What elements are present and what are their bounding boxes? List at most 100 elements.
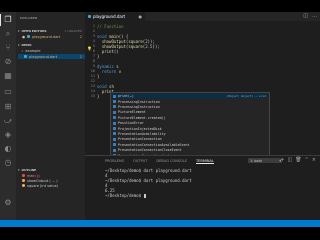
line-number: 1 bbox=[92, 24, 95, 28]
active-view-indicator bbox=[0, 14, 1, 26]
suggestion-item[interactable]: PositionError bbox=[111, 121, 269, 125]
tree-item-label: playground.dart bbox=[29, 54, 58, 59]
class-icon bbox=[113, 110, 116, 114]
files-icon[interactable]: ❐ bbox=[3, 15, 13, 25]
code-line: } bbox=[97, 94, 99, 99]
suggestion-item[interactable]: ProcessingInstruction bbox=[111, 99, 269, 104]
suggestion-item[interactable]: PictureElement bbox=[111, 110, 269, 114]
tab-output[interactable]: OUTPUT bbox=[133, 159, 147, 164]
chevron-down-icon: ▾ bbox=[18, 42, 20, 47]
split-terminal-icon[interactable]: ◫ bbox=[288, 157, 293, 163]
tab-debug-console[interactable]: DEBUG CONSOLE bbox=[156, 159, 187, 164]
open-editor-item[interactable]: ● playground.dart 2 bbox=[22, 34, 85, 39]
explorer-sidebar: EXPLORER ▾ OPEN EDITORS 1 UNSAVED ● play… bbox=[16, 12, 85, 227]
source-control-icon[interactable]: ⑂ bbox=[3, 43, 13, 53]
suggestion-label: PresentationConnection bbox=[118, 137, 162, 142]
class-icon bbox=[113, 127, 116, 131]
open-editors-header[interactable]: ▾ OPEN EDITORS 1 UNSAVED bbox=[18, 28, 85, 33]
outline-header[interactable]: ▾ OUTLINE bbox=[18, 167, 85, 172]
trash-icon[interactable]: 🗑 bbox=[295, 157, 301, 163]
unsaved-dot-icon: ● bbox=[22, 34, 26, 39]
code-token: // Function bbox=[97, 23, 124, 29]
error-icon bbox=[22, 174, 25, 177]
dart-file-icon bbox=[88, 15, 91, 18]
code-token: } bbox=[97, 53, 100, 59]
suggestion-label: print(…) bbox=[118, 94, 134, 99]
terminal-line: ~/Desktop/demo$ bbox=[105, 193, 146, 198]
suggestion-item[interactable]: PresentationConnectionAvailableEvent bbox=[111, 143, 269, 147]
more-actions-icon[interactable]: … bbox=[312, 13, 317, 19]
line-number: 9 bbox=[92, 64, 95, 68]
open-editor-filename: playground.dart bbox=[32, 34, 61, 39]
class-icon bbox=[113, 100, 116, 104]
function-icon bbox=[22, 179, 25, 182]
tree-item-example[interactable]: › example bbox=[22, 48, 85, 53]
close-icon[interactable]: × bbox=[312, 157, 316, 163]
terminal-cursor bbox=[143, 194, 146, 198]
chevron-up-icon[interactable]: ⌃ bbox=[305, 157, 309, 163]
outline-label: OUTLINE bbox=[21, 167, 37, 172]
containers-icon[interactable]: ⊞ bbox=[3, 102, 13, 112]
testing-icon[interactable]: ◐ bbox=[3, 144, 13, 154]
suggestion-item[interactable]: PresentationConnection bbox=[111, 137, 269, 141]
terminal-text: ~/Desktop/demo$ dart playground.dart bbox=[105, 178, 192, 183]
terminal-text: ~/Desktop/demo$ dart playground.dart bbox=[105, 168, 192, 173]
code-token: )); bbox=[152, 43, 160, 49]
tab-playground[interactable]: playground.dart ● bbox=[85, 12, 145, 21]
suggestion-item[interactable]: ProjectionInjectedDisk bbox=[111, 126, 269, 131]
suggestion-item[interactable]: ProcessingInstruction bbox=[111, 105, 269, 109]
timeline-icon[interactable]: ◷ bbox=[3, 158, 13, 168]
class-icon bbox=[113, 121, 116, 125]
class-icon bbox=[113, 148, 116, 152]
suggestion-item[interactable]: PresentationConnectionCloseEvent bbox=[111, 148, 269, 152]
suggestion-label: PresentationConnectionCloseEvent bbox=[118, 148, 182, 153]
tab-problems[interactable]: PROBLEMS bbox=[105, 159, 124, 164]
dart-file-icon bbox=[27, 35, 31, 38]
suggestion-item[interactable]: PictureElement.created() bbox=[111, 116, 269, 120]
lightbulb-icon[interactable]: 💡 bbox=[87, 46, 92, 51]
add-terminal-icon[interactable]: + bbox=[280, 157, 284, 163]
terminal-select[interactable]: 1: bash ▾ bbox=[248, 158, 282, 163]
outline-item[interactable]: square (int value) bbox=[22, 183, 58, 188]
code-token: v bbox=[116, 68, 122, 74]
line-number: 5 bbox=[92, 44, 95, 48]
tree-item-playground[interactable]: playground.dart 2 bbox=[18, 54, 85, 59]
line-number: 8 bbox=[92, 59, 95, 63]
folder-header[interactable]: ▾ DEMO bbox=[18, 42, 85, 47]
panel-actions: + ◫ 🗑 ⌃ × bbox=[280, 157, 316, 163]
live-share-icon[interactable]: ⤻ bbox=[3, 116, 13, 126]
chevron-down-icon: ▾ bbox=[18, 167, 20, 172]
suggestion-label: PresentationConnectionAvailableEvent bbox=[118, 142, 190, 147]
tab-label: playground.dart bbox=[93, 14, 126, 19]
autocomplete-suggestions[interactable]: print(…) (Object object) → void Processing… bbox=[110, 92, 270, 160]
line-number: 11 bbox=[90, 74, 95, 78]
remote-icon[interactable]: ▭ bbox=[3, 87, 13, 97]
terminal-line: ~/Desktop/demo$ dart playground.dart bbox=[105, 178, 192, 183]
extensions-icon[interactable]: ▦ bbox=[3, 71, 13, 81]
open-editors-label: OPEN EDITORS bbox=[21, 28, 47, 33]
debug-icon[interactable]: ⊘ bbox=[3, 57, 13, 67]
vscode-window: ❐ ⌕ ⑂ ⊘ ▦ ▭ ⊞ ⤻ ◈ ◐ ◷ ⚙ EXPLORER ▾ OPEN … bbox=[0, 12, 320, 227]
class-icon bbox=[113, 105, 116, 109]
terminal-text: ~/Desktop/demo$ bbox=[105, 193, 144, 198]
class-icon bbox=[113, 116, 116, 120]
unsaved-dot-icon[interactable]: ● bbox=[139, 14, 143, 19]
outline-item-label: showOutput ( ... ) bbox=[27, 178, 58, 183]
line-number: 4 bbox=[92, 39, 95, 43]
outline-item-label: square (int value) bbox=[27, 183, 59, 188]
code-token: () bbox=[113, 48, 119, 54]
bottom-panel: PROBLEMS OUTPUT DEBUG CONSOLE TERMINAL 1… bbox=[85, 155, 320, 227]
terminal-select-value: 1: bash bbox=[250, 158, 263, 163]
search-icon[interactable]: ⌕ bbox=[3, 29, 13, 39]
docker-icon[interactable]: ◈ bbox=[3, 130, 13, 140]
suggestion-label: PositionError bbox=[118, 121, 144, 126]
editor-tab-bar: playground.dart ● ◫ … bbox=[85, 12, 320, 21]
error-count: 2 bbox=[79, 54, 82, 59]
code-line: print() bbox=[97, 49, 119, 54]
tab-terminal[interactable]: TERMINAL bbox=[196, 159, 214, 164]
settings-gear-icon[interactable]: ⚙ bbox=[3, 198, 13, 208]
suggestion-item[interactable]: PresentationAvailability bbox=[111, 132, 269, 136]
split-editor-icon[interactable]: ◫ bbox=[303, 13, 308, 19]
suggestion-item[interactable]: print(…) (Object object) → void bbox=[111, 94, 269, 99]
outline-item-label: main () bbox=[27, 173, 40, 178]
